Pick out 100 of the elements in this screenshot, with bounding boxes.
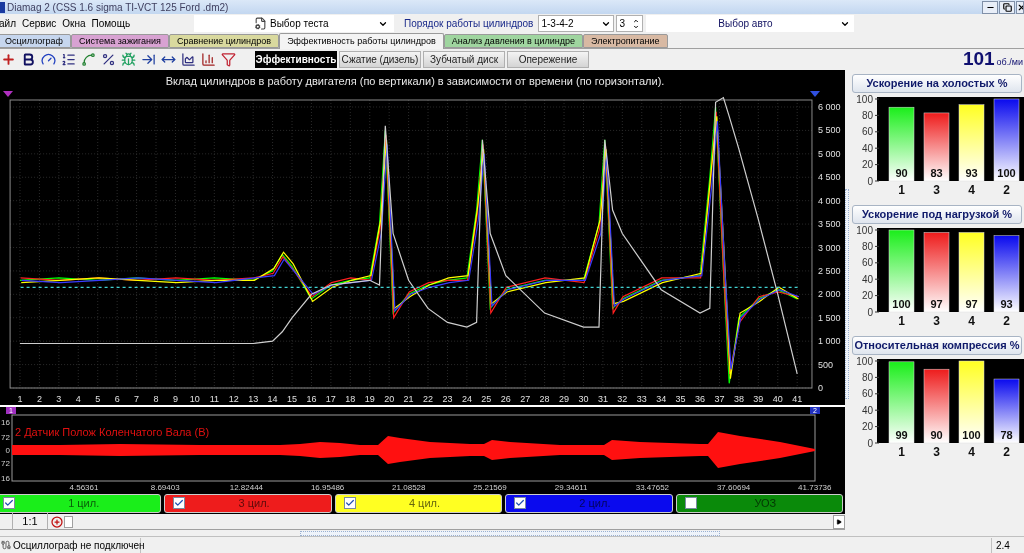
document-gear-icon (254, 17, 267, 30)
axis-label: 9 (172, 394, 178, 404)
menu-item[interactable]: Окна (62, 16, 86, 31)
scroll-thumb[interactable] (845, 189, 849, 399)
mode-button[interactable]: Зубчатый диск (423, 51, 505, 68)
axis-label: 21 (403, 394, 414, 404)
axis-label: 12 (228, 394, 239, 404)
value-label: 83 (930, 167, 943, 179)
menu-item[interactable]: айл (0, 16, 16, 31)
minimize-button[interactable] (982, 0, 998, 14)
axis-label: 1 (898, 183, 905, 197)
bar (923, 112, 950, 182)
tick-mark (874, 98, 880, 100)
axis-label: 18 (345, 394, 356, 404)
restore-button[interactable] (999, 0, 1015, 14)
tab[interactable]: Эффективность работы цилиндров (279, 33, 444, 49)
tab[interactable]: Система зажигания (71, 34, 169, 48)
value-label: 100 (892, 298, 911, 310)
tick-mark (874, 360, 880, 362)
axis-label: 1 (898, 314, 905, 328)
axis-label: 5 000 (818, 148, 841, 159)
axis-label: 3 500 (818, 219, 841, 230)
axis-label: 5 500 (818, 125, 841, 136)
tick-mark (874, 442, 880, 444)
checkbox[interactable] (173, 497, 186, 509)
axis-label: 28 (539, 394, 550, 404)
scroll-button[interactable] (833, 514, 845, 529)
tab[interactable]: Сравнение цилиндров (168, 34, 280, 48)
axis-label: 0 (818, 383, 823, 393)
axis-label: 13 (248, 394, 259, 404)
bar (993, 378, 1020, 444)
arrow-to-line-icon[interactable] (141, 52, 156, 67)
value-label: 100 (997, 167, 1016, 179)
area-chart-icon[interactable] (181, 52, 196, 67)
close-button[interactable] (1016, 0, 1024, 14)
tick-mark (874, 393, 880, 395)
tab[interactable]: Анализ давления в цилиндре (443, 34, 584, 48)
axis-label: 80 (861, 240, 873, 252)
channel-toggle[interactable]: 1 цил. (0, 493, 162, 513)
gauge-icon[interactable] (41, 52, 56, 67)
tab[interactable]: Электропитание (583, 34, 668, 48)
checkbox[interactable] (514, 497, 527, 509)
value-label: 93 (1000, 298, 1013, 310)
firing-order-select[interactable]: 1-3-4-2 (538, 15, 615, 32)
mode-button[interactable]: Сжатие (дизель) (339, 51, 421, 68)
mode-button[interactable]: Эффективность (255, 51, 337, 68)
menu-item[interactable]: Сервис (22, 16, 57, 31)
funnel-icon[interactable] (221, 52, 236, 67)
checkbox[interactable] (343, 497, 356, 509)
axis-label: 30 (578, 394, 589, 404)
axis-label: 3 (56, 394, 62, 404)
axis-label: 20 (861, 421, 873, 433)
axis-label: 72 (1, 433, 10, 442)
axis-label: 3 (933, 183, 940, 197)
chart-title: Вклад цилиндров в работу двигателя (по вертикали) в зависимости от времени (по горизонтали). (165, 75, 665, 87)
plus-icon[interactable] (1, 52, 16, 67)
tick-mark (874, 278, 880, 280)
axis-label: 33 (636, 394, 647, 404)
curve-icon[interactable] (81, 52, 96, 67)
axis-label: 41 (792, 394, 803, 404)
channel-toggle[interactable]: 4 цил. (334, 493, 503, 513)
axis-label: 4 (75, 394, 81, 404)
channel-label: 2 цил. (578, 495, 612, 511)
axis-label: 22 (423, 394, 434, 404)
axis-label: 33.47652 (635, 483, 670, 492)
axis-label: 20 (384, 394, 395, 404)
axis-label: 24 (461, 394, 472, 404)
zoom-in-icon[interactable] (51, 515, 63, 528)
tick-mark (874, 180, 880, 182)
axis-label: 0 (5, 446, 10, 455)
axis-label: 2 500 (818, 265, 841, 276)
axis-label: 39 (753, 394, 764, 404)
checkbox[interactable] (684, 497, 697, 509)
close-icon (1017, 2, 1023, 12)
tick-mark (874, 229, 880, 231)
axis-label: 0 (867, 437, 873, 449)
list-icon[interactable] (61, 52, 76, 67)
axis-label: 19 (364, 394, 375, 404)
menu-item[interactable]: Помощь (91, 16, 131, 31)
percent-icon[interactable] (101, 52, 116, 67)
tab[interactable]: Осциллограф (0, 34, 71, 48)
car-select[interactable]: Выбор авто (646, 15, 855, 32)
test-select[interactable]: Выбор теста (194, 15, 394, 32)
chart-title: Ускорение на холостых % (852, 74, 1022, 93)
axis-label: 60 (861, 126, 873, 138)
value-label: 93 (965, 167, 978, 179)
axis-label: 16.95486 (310, 483, 345, 492)
axis-label: 4 000 (818, 195, 841, 206)
bold-icon[interactable] (21, 52, 36, 67)
mode-button[interactable]: Опережение (507, 51, 589, 68)
bug-icon[interactable] (121, 52, 136, 67)
channel-label: 4 цил. (407, 495, 442, 511)
cylinder-spinner[interactable]: 3 (616, 15, 644, 32)
zoom-ratio[interactable]: 1:1 (12, 513, 48, 530)
scroll-thumb[interactable] (300, 530, 720, 536)
checkbox[interactable] (3, 497, 15, 509)
axis-label: 20 (861, 159, 873, 171)
tick-mark (874, 245, 880, 247)
axis-label: 4 (968, 183, 975, 197)
bar-chart-icon[interactable] (201, 52, 216, 67)
